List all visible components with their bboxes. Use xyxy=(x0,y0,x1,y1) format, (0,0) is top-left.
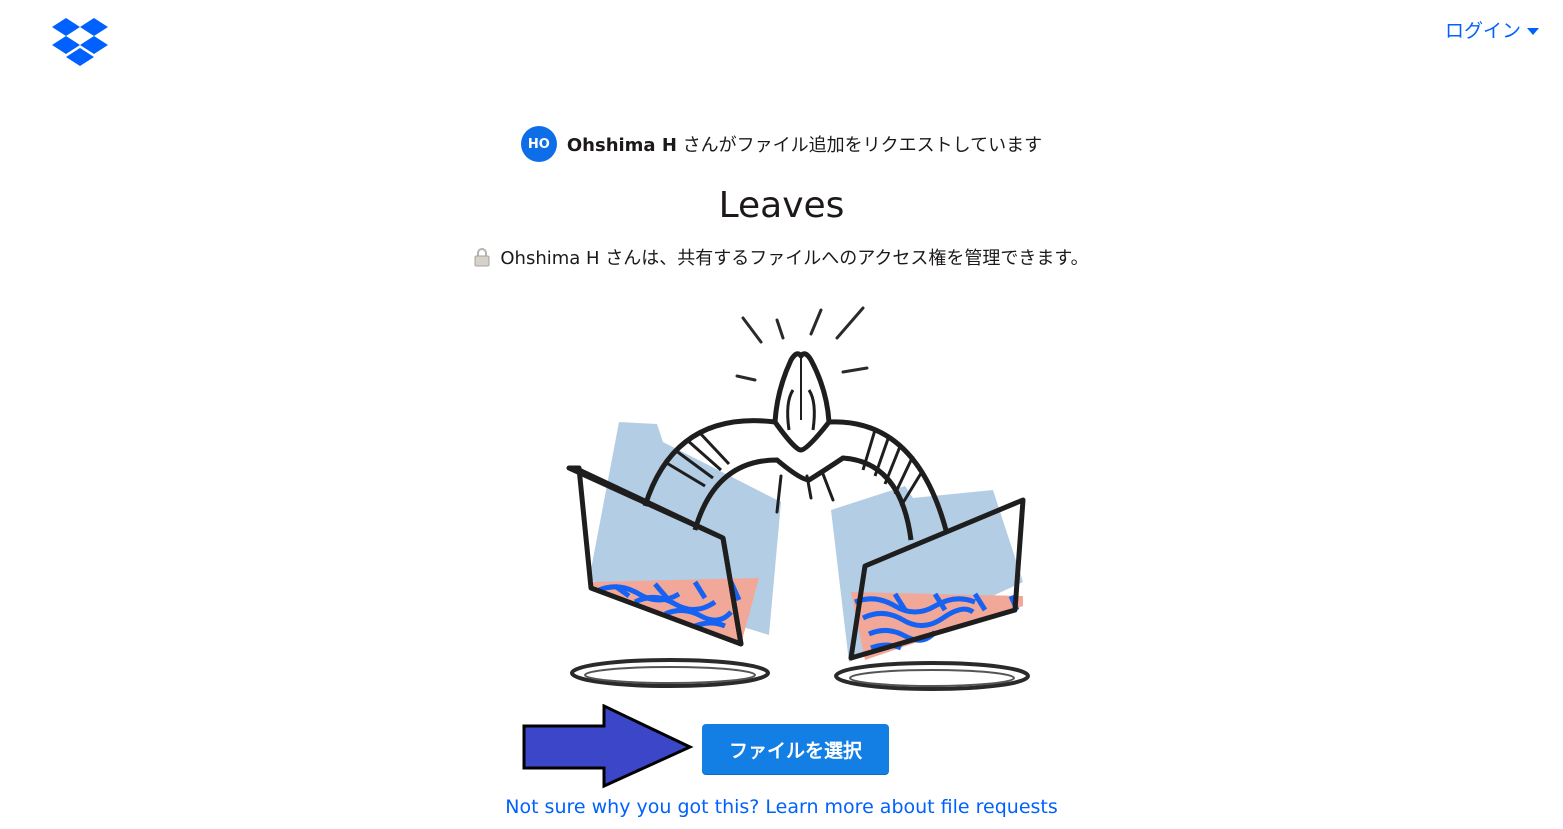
requester-name: Ohshima H xyxy=(566,135,677,156)
access-note: Ohshima H さんは、共有するファイルへのアクセス権を管理できます。 xyxy=(0,244,1563,270)
avatar: HO xyxy=(520,126,557,162)
request-text: さんがファイル追加をリクエストしています xyxy=(682,135,1043,156)
learn-more-link[interactable]: Not sure why you got this? Learn more ab… xyxy=(0,796,1563,818)
access-note-text: Ohshima H さんは、共有するファイルへのアクセス権を管理できます。 xyxy=(500,248,1089,269)
chevron-down-icon[interactable] xyxy=(1527,27,1539,35)
file-request-page: ログイン HO Ohshima H さんがファイル追加をリクエストしています L… xyxy=(0,0,1563,829)
login-label[interactable]: ログイン xyxy=(1445,16,1521,43)
login-menu[interactable]: ログイン xyxy=(1445,16,1539,43)
folders-high-five-illustration xyxy=(566,306,1030,691)
choose-file-button[interactable]: ファイルを選択 xyxy=(702,724,889,775)
dropbox-logo-icon[interactable] xyxy=(52,18,108,66)
page-title: Leaves xyxy=(718,185,845,226)
lock-icon xyxy=(474,248,490,267)
requester-line: HO Ohshima H さんがファイル追加をリクエストしています xyxy=(0,126,1563,162)
pointer-arrow-icon xyxy=(522,704,694,789)
